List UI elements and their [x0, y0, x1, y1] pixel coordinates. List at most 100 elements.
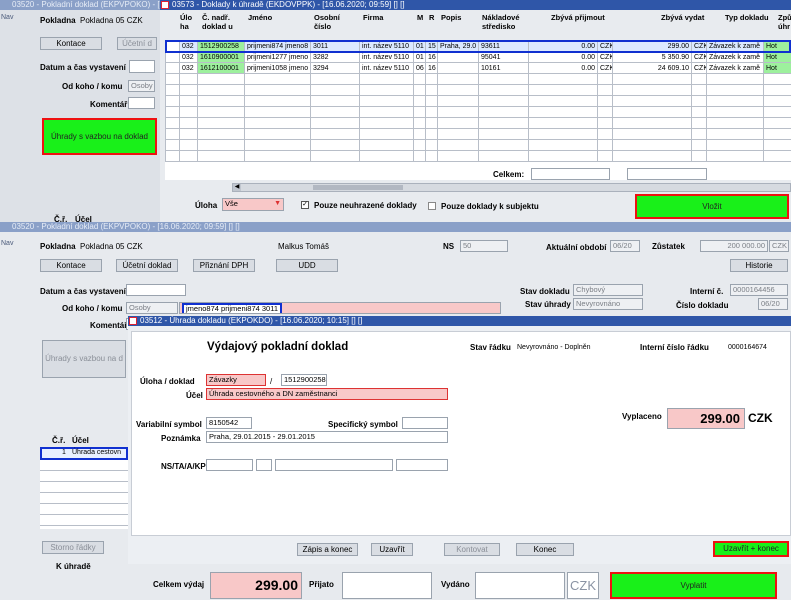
row-checkbox[interactable]: [165, 73, 180, 85]
nav-icon[interactable]: Nav: [1, 14, 13, 21]
w4-ns-field-1[interactable]: [206, 459, 253, 471]
col-header-doklad[interactable]: Č. nadř. doklad u: [202, 13, 244, 31]
row-checkbox[interactable]: [165, 51, 180, 63]
w4-poznamka-field[interactable]: Praha, 29.01.2015 - 29.01.2015: [206, 431, 448, 443]
w3-udd-button[interactable]: UDD: [276, 259, 338, 272]
table-cell: [244, 73, 311, 85]
prijato-field[interactable]: [342, 572, 432, 599]
table-cell: [706, 84, 764, 96]
w1-komentar-field[interactable]: [128, 97, 155, 109]
table-row[interactable]: [165, 106, 791, 118]
row-checkbox[interactable]: [165, 62, 180, 74]
table-cell: [597, 106, 613, 118]
w3-uhrady-button[interactable]: Úhrady s vazbou na d: [42, 340, 126, 378]
row-checkbox[interactable]: [165, 106, 180, 118]
w2-uloha-select[interactable]: Vše ▼: [222, 198, 284, 211]
w4-ns-field-4[interactable]: [396, 459, 448, 471]
w4-zapis-button[interactable]: Zápis a konec: [297, 543, 358, 556]
w4-uzavrit-konec-button[interactable]: Uzavřít + konec: [713, 541, 789, 557]
w4-ucel-field[interactable]: Úhrada cestovného a DN zaměstnanci: [206, 388, 448, 400]
vlozit-button[interactable]: Vložit: [635, 194, 789, 219]
scroll-left-icon[interactable]: ◀: [233, 184, 241, 191]
col-header-zpusob[interactable]: Způ úhr: [778, 13, 791, 31]
table-cell: Závazek k zamě: [706, 51, 764, 63]
w4-vs-field[interactable]: 8150542: [206, 417, 252, 429]
table-cell: [425, 106, 438, 118]
table-cell: [359, 139, 414, 151]
w1-ucetni-button[interactable]: Účetní d: [117, 37, 157, 50]
col-header-zbyva-vydat[interactable]: Zbývá vydat: [661, 13, 704, 22]
pouze-neuhrazene-checkbox[interactable]: ✓: [301, 201, 309, 209]
col-header-popis[interactable]: Popis: [441, 13, 461, 22]
col-header-typ[interactable]: Typ dokladu: [725, 13, 769, 22]
col-header-m[interactable]: M: [417, 13, 423, 22]
row-checkbox[interactable]: [165, 117, 180, 129]
w4-uloha-label: Úloha / doklad: [140, 377, 195, 386]
w3-priznani-dph-button[interactable]: Přiznání DPH: [193, 259, 255, 272]
celkem-prijmout: [531, 168, 610, 180]
w4-uloha-field[interactable]: Závazky: [206, 374, 266, 386]
scroll-thumb[interactable]: [313, 185, 403, 190]
table-cell: [706, 139, 764, 151]
w3-radky-row[interactable]: 1 Úhrada cestovn: [40, 447, 128, 460]
w1-kontace-button[interactable]: Kontace: [40, 37, 102, 50]
w3-odkoho-type[interactable]: Osoby: [126, 302, 178, 314]
w3-odkoho-field[interactable]: jmeno874 prijmeni874 3011: [179, 302, 501, 314]
col-header-firma[interactable]: Firma: [363, 13, 383, 22]
table-cell: [691, 95, 707, 107]
col-header-osobni-cislo[interactable]: Osobní číslo: [314, 13, 346, 31]
table-cell: [359, 84, 414, 96]
table-cell: [359, 73, 414, 85]
table-row[interactable]: 032 1612100001 prijmeni1058 jmeno 3294 int. …: [165, 62, 791, 74]
w3-historie-button[interactable]: Historie: [730, 259, 788, 272]
w4-ss-field[interactable]: [402, 417, 448, 429]
w4-interni-radku-value: 0000164674: [728, 344, 767, 351]
w4-ns-field-2[interactable]: [256, 459, 272, 471]
row-checkbox[interactable]: [165, 139, 180, 151]
table-row[interactable]: 032 1610900001 prijmeni1277 jmeno 3282 int. …: [165, 51, 791, 63]
table-cell: [691, 117, 707, 129]
table-cell: [706, 106, 764, 118]
table-row[interactable]: [165, 95, 791, 107]
w4-ns-field-3[interactable]: [275, 459, 393, 471]
table-row[interactable]: [165, 139, 791, 151]
w3-datum-field[interactable]: [126, 284, 186, 296]
vydano-field[interactable]: [475, 572, 565, 599]
table-row[interactable]: 032 1512900258 prijmeni874 jmeno8 3011 int. …: [165, 40, 791, 52]
w3-ucetni-doklad-button[interactable]: Účetní doklad: [116, 259, 178, 272]
w1-uhrady-button[interactable]: Úhrady s vazbou na doklad: [42, 118, 157, 155]
table-cell: [706, 117, 764, 129]
w1-datum-field[interactable]: [129, 60, 155, 73]
w3-kontace-button[interactable]: Kontace: [40, 259, 102, 272]
col-header-zbyva-prijmout[interactable]: Zbývá přijmout: [551, 13, 605, 22]
w3-nav-icon[interactable]: Nav: [1, 240, 13, 247]
table-row[interactable]: [165, 128, 791, 140]
w1-odkoho-field[interactable]: Osoby: [128, 80, 155, 92]
table-row[interactable]: [165, 150, 791, 162]
row-checkbox[interactable]: [165, 84, 180, 96]
row-checkbox[interactable]: [165, 128, 180, 140]
w3-ns-field[interactable]: 50: [460, 240, 508, 252]
col-header-r[interactable]: R: [429, 13, 434, 22]
w4-heading: Výdajový pokladní doklad: [207, 341, 349, 353]
w4-kontovat-button[interactable]: Kontovat: [444, 543, 500, 556]
vyplatit-button[interactable]: Vyplatit: [610, 572, 777, 599]
row-checkbox[interactable]: [165, 150, 180, 162]
pouze-subjekt-checkbox[interactable]: [428, 202, 436, 210]
w4-doklad-field[interactable]: 1512900258: [281, 374, 327, 386]
table-cell: [528, 95, 598, 107]
w4-konec-button[interactable]: Konec: [516, 543, 574, 556]
w3-obdobi-field[interactable]: 06/20: [610, 240, 640, 252]
table-row[interactable]: [165, 117, 791, 129]
row-checkbox[interactable]: [165, 95, 180, 107]
w3-storno-button[interactable]: Storno řádky: [42, 541, 104, 554]
table-row[interactable]: [165, 84, 791, 96]
table-row[interactable]: [165, 73, 791, 85]
horizontal-scrollbar[interactable]: ◀: [232, 183, 791, 192]
col-header-uloha[interactable]: Úlo ha: [180, 13, 198, 31]
col-header-jmeno[interactable]: Jméno: [248, 13, 272, 22]
w4-uzavrit-button[interactable]: Uzavřít: [371, 543, 413, 556]
row-checkbox[interactable]: [165, 40, 180, 52]
col-header-stredisko[interactable]: Nákladové středisko: [482, 13, 530, 31]
table-cell: [478, 84, 529, 96]
